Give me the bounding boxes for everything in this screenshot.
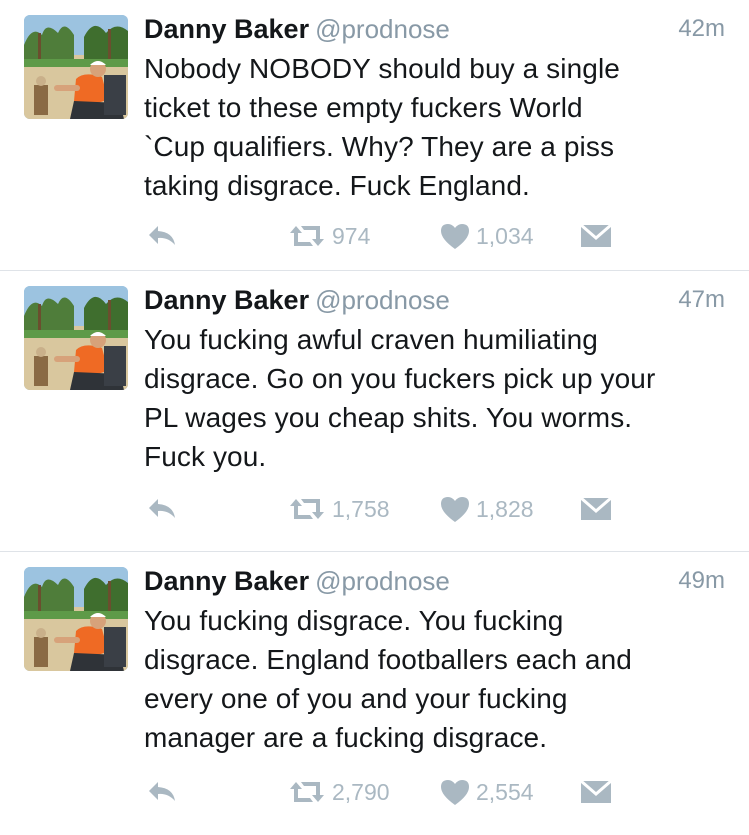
avatar-photo <box>24 15 128 119</box>
display-name[interactable]: Danny Baker <box>144 285 309 315</box>
retweet-button[interactable]: 1,758 <box>288 491 390 527</box>
envelope-icon <box>580 224 612 247</box>
direct-message-button[interactable] <box>580 218 612 254</box>
retweet-count: 1,758 <box>332 495 390 522</box>
direct-message-button[interactable] <box>580 491 612 527</box>
tweet-text: You fucking disgrace. You fucking disgra… <box>144 605 632 753</box>
tweet-header: Danny Baker @prodnose 42m <box>144 10 725 48</box>
avatar[interactable] <box>24 567 128 671</box>
retweet-button[interactable]: 2,790 <box>288 774 390 810</box>
tweet-actions: 2,790 2,554 <box>144 774 725 810</box>
avatar[interactable] <box>24 286 128 390</box>
retweet-count: 974 <box>332 222 371 249</box>
display-name[interactable]: Danny Baker <box>144 14 309 44</box>
reply-icon <box>149 226 175 245</box>
timestamp[interactable]: 49m <box>678 562 725 600</box>
retweet-icon <box>290 226 324 246</box>
tweet-actions: 1,758 1,828 <box>144 491 725 527</box>
timestamp[interactable]: 47m <box>678 281 725 319</box>
like-count: 2,554 <box>476 778 534 805</box>
like-button[interactable]: 1,034 <box>440 218 534 254</box>
reply-icon <box>149 499 175 518</box>
envelope-icon <box>580 497 612 520</box>
reply-button[interactable] <box>146 491 178 527</box>
timestamp[interactable]: 42m <box>678 10 725 48</box>
tweet-actions: 974 1,034 <box>144 218 725 254</box>
like-button[interactable]: 2,554 <box>440 774 534 810</box>
user-handle[interactable]: @prodnose <box>315 566 450 596</box>
tweet[interactable]: Danny Baker @prodnose 42m Nobody NOBODY s… <box>0 0 749 271</box>
retweet-icon <box>290 782 324 802</box>
envelope-icon <box>580 780 612 803</box>
reply-button[interactable] <box>146 774 178 810</box>
display-name[interactable]: Danny Baker <box>144 566 309 596</box>
heart-icon <box>441 779 469 805</box>
tweet[interactable]: Danny Baker @prodnose 47m You fucking awf… <box>0 271 749 552</box>
like-count: 1,034 <box>476 222 534 249</box>
heart-icon <box>441 496 469 522</box>
reply-icon <box>149 782 175 801</box>
user-handle[interactable]: @prodnose <box>315 14 450 44</box>
tweet-header: Danny Baker @prodnose 47m <box>144 281 725 319</box>
tweet-content: Danny Baker @prodnose 42m Nobody NOBODY s… <box>144 10 725 205</box>
retweet-button[interactable]: 974 <box>288 218 370 254</box>
tweet-content: Danny Baker @prodnose 49m You fucking dis… <box>144 562 725 757</box>
avatar-photo <box>24 567 128 671</box>
retweet-count: 2,790 <box>332 778 390 805</box>
reply-button[interactable] <box>146 218 178 254</box>
direct-message-button[interactable] <box>580 774 612 810</box>
user-handle[interactable]: @prodnose <box>315 285 450 315</box>
avatar[interactable] <box>24 15 128 119</box>
timeline: Danny Baker @prodnose 42m Nobody NOBODY s… <box>0 0 749 835</box>
like-button[interactable]: 1,828 <box>440 491 534 527</box>
avatar-photo <box>24 286 128 390</box>
tweet-content: Danny Baker @prodnose 47m You fucking awf… <box>144 281 725 476</box>
tweet[interactable]: Danny Baker @prodnose 49m You fucking dis… <box>0 552 749 835</box>
retweet-icon <box>290 499 324 519</box>
tweet-text: Nobody NOBODY should buy a single ticket… <box>144 53 620 201</box>
like-count: 1,828 <box>476 495 534 522</box>
tweet-text: You fucking awful craven humiliating dis… <box>144 324 656 472</box>
tweet-header: Danny Baker @prodnose 49m <box>144 562 725 600</box>
heart-icon <box>441 223 469 249</box>
